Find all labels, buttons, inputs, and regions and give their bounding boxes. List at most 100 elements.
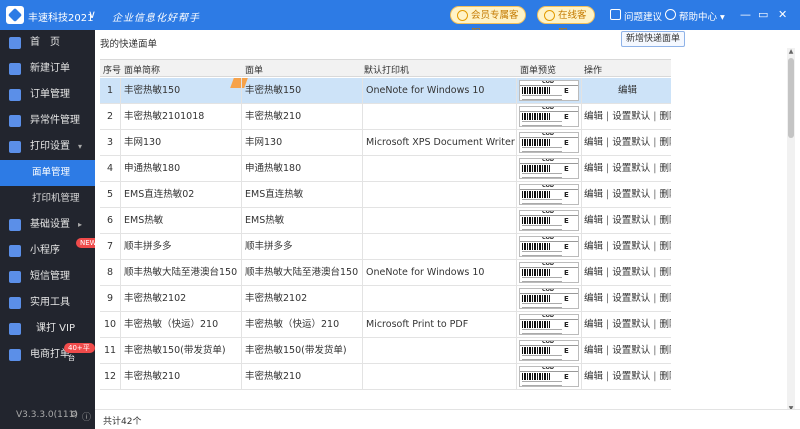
table-row[interactable]: 8 顺丰热敏大陆至港澳台150 顺丰热敏大陆至港澳台150 OneNote for W… bbox=[100, 260, 671, 286]
online-service-button[interactable]: 在线客服 bbox=[537, 6, 595, 39]
table-row[interactable]: 3 丰网130 丰网130 Microsoft XPS Document Writer… bbox=[100, 130, 671, 156]
maximize-icon[interactable]: ▭ bbox=[758, 8, 768, 21]
sidebar-item-home[interactable]: 首 页 bbox=[0, 30, 95, 56]
set-default-button[interactable]: 设置默认 bbox=[612, 371, 650, 382]
waybill-preview-thumbnail[interactable]: COD E bbox=[519, 184, 579, 205]
sidebar-item-orders[interactable]: 订单管理 bbox=[0, 82, 95, 108]
delete-button[interactable]: 删除 bbox=[659, 189, 671, 200]
waybill-preview-thumbnail[interactable]: COD E bbox=[519, 158, 579, 179]
sidebar-item-vip[interactable]: 课打 VIP bbox=[0, 316, 95, 342]
delete-button[interactable]: 删除 bbox=[659, 267, 671, 278]
table-row[interactable]: 4申通热敏180申通热敏180 COD E 编辑|设置默认|删除 bbox=[100, 156, 671, 182]
waybill-preview-thumbnail[interactable]: COD E bbox=[519, 366, 579, 387]
table-row[interactable]: 10 丰密热敏（快运）210 丰密热敏（快运）210 Microsoft Print … bbox=[100, 312, 671, 338]
delete-button[interactable]: 删除 bbox=[659, 293, 671, 304]
edit-button[interactable]: 编辑 bbox=[584, 189, 603, 200]
minimize-icon[interactable]: — bbox=[740, 8, 751, 21]
sidebar-item-basic-settings[interactable]: 基础设置 ▸ bbox=[0, 212, 95, 238]
close-icon[interactable]: ✕ bbox=[778, 8, 787, 21]
column-header-name[interactable]: 面单简称 bbox=[124, 63, 160, 76]
table-row[interactable]: 12丰密热敏210丰密热敏210 COD E 编辑|设置默认|删除 bbox=[100, 364, 671, 390]
column-divider bbox=[241, 104, 242, 129]
table-row[interactable]: 7顺丰拼多多顺丰拼多多 COD E 编辑|设置默认|删除 bbox=[100, 234, 671, 260]
sidebar-item-tools[interactable]: 实用工具 bbox=[0, 290, 95, 316]
set-default-button[interactable]: 设置默认 bbox=[612, 189, 650, 200]
help-center-button[interactable]: 帮助中心 ▾ bbox=[665, 9, 725, 23]
waybill-preview-thumbnail[interactable]: COD E bbox=[519, 210, 579, 231]
feedback-button[interactable]: 问题建议 bbox=[610, 9, 662, 23]
edit-button[interactable]: 编辑 bbox=[584, 293, 603, 304]
delete-button[interactable]: 删除 bbox=[659, 137, 671, 148]
waybill-preview-thumbnail[interactable]: COD E bbox=[519, 288, 579, 309]
table-row[interactable]: 2丰密热敏2101018丰密热敏210 COD E 编辑|设置默认|删除 bbox=[100, 104, 671, 130]
sidebar-item-mini-program[interactable]: 小程序 NEW bbox=[0, 238, 101, 264]
set-default-button[interactable]: 设置默认 bbox=[612, 293, 650, 304]
waybill-preview-thumbnail[interactable]: COD E bbox=[519, 314, 579, 335]
table-row[interactable]: 5EMS直连热敏02EMS直连热敏 COD E 编辑|设置默认|删除 bbox=[100, 182, 671, 208]
edit-button[interactable]: 编辑 bbox=[584, 345, 603, 356]
edit-button[interactable]: 编辑 bbox=[584, 163, 603, 174]
barcode-icon bbox=[522, 243, 550, 250]
edit-button[interactable]: 编辑 bbox=[584, 215, 603, 226]
edit-button[interactable]: 编辑 bbox=[618, 85, 637, 96]
edit-button[interactable]: 编辑 bbox=[584, 137, 603, 148]
waybill-preview-thumbnail[interactable]: COD E bbox=[519, 236, 579, 257]
waybill-preview-thumbnail[interactable]: COD E bbox=[519, 262, 579, 283]
table-row[interactable]: 9丰密热敏2102丰密热敏2102 COD E 编辑|设置默认|删除 bbox=[100, 286, 671, 312]
settings-icon[interactable]: ⚙ bbox=[70, 410, 78, 420]
sidebar-item-ecommerce[interactable]: 电商打单 40+平台 bbox=[0, 342, 95, 368]
sidebar-item-print-settings[interactable]: 打印设置 ▾ bbox=[0, 134, 95, 160]
edit-button[interactable]: 编辑 bbox=[584, 319, 603, 330]
waybill-preview-thumbnail[interactable]: COD E bbox=[519, 80, 579, 101]
set-default-button[interactable]: 设置默认 bbox=[612, 319, 650, 330]
column-header-printer[interactable]: 默认打印机 bbox=[364, 63, 409, 76]
set-default-button[interactable]: 设置默认 bbox=[612, 163, 650, 174]
waybill-preview-thumbnail[interactable]: COD E bbox=[519, 106, 579, 127]
chevron-down-icon[interactable]: ∨ bbox=[88, 8, 96, 21]
action-separator: | bbox=[606, 137, 610, 148]
scroll-thumb[interactable] bbox=[788, 58, 794, 138]
edit-button[interactable]: 编辑 bbox=[584, 241, 603, 252]
waybill-preview-thumbnail[interactable]: COD E bbox=[519, 340, 579, 361]
edit-button[interactable]: 编辑 bbox=[584, 371, 603, 382]
set-default-button[interactable]: 设置默认 bbox=[612, 111, 650, 122]
edit-button[interactable]: 编辑 bbox=[584, 111, 603, 122]
column-divider bbox=[581, 182, 582, 207]
set-default-button[interactable]: 设置默认 bbox=[612, 345, 650, 356]
sidebar-item-waybill-templates[interactable]: 面单管理 bbox=[0, 160, 95, 186]
action-separator: | bbox=[606, 293, 610, 304]
delete-button[interactable]: 删除 bbox=[659, 241, 671, 252]
sidebar-item-new-order[interactable]: 新建订单 bbox=[0, 56, 95, 82]
set-default-button[interactable]: 设置默认 bbox=[612, 137, 650, 148]
delete-button[interactable]: 删除 bbox=[659, 319, 671, 330]
add-waybill-button[interactable]: 新增快递面单 bbox=[621, 31, 685, 47]
column-header-no[interactable]: 序号 bbox=[103, 63, 121, 76]
set-default-button[interactable]: 设置默认 bbox=[612, 241, 650, 252]
sidebar-item-exceptions[interactable]: 异常件管理 bbox=[0, 108, 95, 134]
delete-button[interactable]: 删除 bbox=[659, 215, 671, 226]
delete-button[interactable]: 删除 bbox=[659, 163, 671, 174]
edit-button[interactable]: 编辑 bbox=[584, 267, 603, 278]
preview-header: COD bbox=[520, 159, 578, 164]
waybill-preview-thumbnail[interactable]: COD E bbox=[519, 132, 579, 153]
delete-button[interactable]: 删除 bbox=[659, 371, 671, 382]
waybill-short-name: 丰密热敏150 bbox=[124, 85, 181, 96]
column-header-preview[interactable]: 面单预览 bbox=[520, 63, 556, 76]
default-printer: Microsoft XPS Document Writer bbox=[366, 137, 515, 148]
set-default-button[interactable]: 设置默认 bbox=[612, 215, 650, 226]
sidebar-item-printers[interactable]: 打印机管理 bbox=[0, 186, 95, 212]
delete-button[interactable]: 删除 bbox=[659, 111, 671, 122]
table-row[interactable]: 11 丰密热敏150(带发货单) 丰密热敏150(带发货单) COD E 编辑 | 设置… bbox=[100, 338, 671, 364]
vip-service-button[interactable]: 会员专属客服 bbox=[450, 6, 526, 39]
sidebar-item-label: 实用工具 bbox=[30, 297, 70, 308]
column-header-sheet[interactable]: 面单 bbox=[245, 63, 263, 76]
table-row[interactable]: 6EMS热敏EMS热敏 COD E 编辑|设置默认|删除 bbox=[100, 208, 671, 234]
table-row[interactable]: 1 丰密热敏150 丰密热敏150 OneNote for Windows 10 CO… bbox=[100, 78, 671, 104]
set-default-button[interactable]: 设置默认 bbox=[612, 267, 650, 278]
info-icon[interactable]: ⓘ bbox=[82, 410, 91, 423]
delete-button[interactable]: 删除 bbox=[659, 345, 671, 356]
vertical-scrollbar[interactable]: ▲ ▼ bbox=[787, 48, 795, 413]
scroll-up-icon[interactable]: ▲ bbox=[787, 48, 795, 56]
column-header-ops[interactable]: 操作 bbox=[584, 63, 602, 76]
sidebar-item-sms[interactable]: 短信管理 bbox=[0, 264, 95, 290]
